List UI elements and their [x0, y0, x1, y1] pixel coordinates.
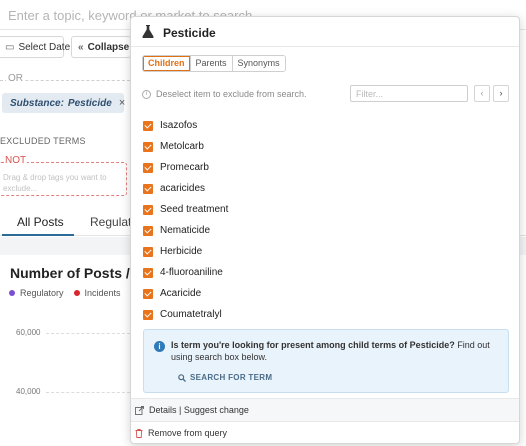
search-icon	[178, 373, 186, 382]
not-drop-hint: Drag & drop tags you want to exclude...	[3, 173, 107, 193]
children-list: Isazofos Metolcarb Promecarb acaricides …	[143, 115, 503, 325]
select-date-label: Select Date	[18, 41, 71, 53]
item-label: acaricides	[160, 183, 206, 194]
close-icon[interactable]: ×	[119, 97, 125, 109]
item-label: Acaricide	[160, 288, 202, 299]
chevron-right-icon: ›	[499, 88, 503, 98]
filter-input[interactable]	[350, 85, 468, 102]
list-item[interactable]: Nematicide	[143, 220, 503, 241]
list-item[interactable]: Coumatetralyl	[143, 304, 503, 325]
checkbox-checked-icon[interactable]	[143, 288, 153, 299]
popup-header: Pesticide	[131, 17, 519, 47]
y-tick-60000: 60,000	[16, 328, 41, 337]
excluded-terms-title: EXCLUDED TERMS	[0, 136, 86, 146]
checkbox-checked-icon[interactable]	[143, 204, 153, 215]
double-chevron-left-icon: «	[78, 41, 84, 53]
list-item[interactable]: Isazofos	[143, 115, 503, 136]
list-item[interactable]: Acaricide	[143, 283, 503, 304]
tag-value: Pesticide	[67, 97, 112, 109]
item-label: Seed treatment	[160, 204, 229, 215]
not-label: NOT	[4, 155, 28, 166]
legend-dot	[9, 290, 15, 296]
chart-title: Number of Posts / M	[10, 265, 146, 281]
item-label: Isazofos	[160, 120, 198, 131]
list-item[interactable]: Herbicide	[143, 241, 503, 262]
item-label: Metolcarb	[160, 141, 204, 152]
tab-parents[interactable]: Parents	[190, 56, 233, 71]
grid-line	[46, 333, 130, 334]
tab-children[interactable]: Children	[143, 56, 191, 71]
select-date-button[interactable]: ▭ Select Date	[0, 36, 70, 58]
checkbox-checked-icon[interactable]	[143, 267, 153, 278]
search-notice: i Is term you're looking for present amo…	[143, 329, 509, 393]
list-item[interactable]: 4-fluoroaniline	[143, 262, 503, 283]
details-suggest-button[interactable]: Details | Suggest change	[131, 398, 519, 421]
flask-icon	[142, 25, 154, 38]
popup-title: Pesticide	[163, 26, 216, 40]
term-popup: Pesticide Children Parents Synonyms i De…	[130, 16, 520, 444]
checkbox-checked-icon[interactable]	[143, 183, 153, 194]
relation-tabs: Children Parents Synonyms	[142, 55, 286, 72]
calendar-icon: ▭	[5, 41, 15, 53]
checkbox-checked-icon[interactable]	[143, 162, 153, 173]
notice-question: Is term you're looking for present among…	[171, 340, 455, 350]
legend-dot	[73, 290, 80, 296]
legend-label: Regulatory	[20, 288, 64, 298]
item-label: 4-fluoroaniline	[160, 267, 223, 278]
tab-synonyms[interactable]: Synonyms	[232, 56, 285, 71]
external-link-icon	[135, 405, 144, 415]
remove-from-query-button[interactable]: Remove from query	[131, 421, 519, 444]
list-item[interactable]: Promecarb	[143, 157, 503, 178]
item-label: Coumatetralyl	[160, 309, 222, 320]
item-label: Nematicide	[160, 225, 211, 236]
info-icon: i	[154, 341, 165, 352]
search-for-term-link[interactable]: SEARCH FOR TERM	[178, 373, 272, 382]
details-suggest-label: Details | Suggest change	[149, 405, 249, 415]
item-label: Promecarb	[160, 162, 209, 173]
tab-all-posts[interactable]: All Posts	[17, 215, 64, 229]
checkbox-checked-icon[interactable]	[143, 120, 153, 131]
list-item[interactable]: acaricides	[143, 178, 503, 199]
y-tick-40000: 40,000	[16, 387, 41, 396]
notice-text: Is term you're looking for present among…	[171, 339, 506, 363]
substance-tag[interactable]: Substance: Pesticide ×	[2, 93, 125, 113]
item-label: Herbicide	[160, 246, 203, 257]
trash-icon	[135, 428, 143, 438]
chevron-left-icon: ‹	[480, 88, 484, 98]
info-icon: i	[142, 89, 151, 99]
list-item[interactable]: Seed treatment	[143, 199, 503, 220]
collapse-button[interactable]: « Collapse	[71, 36, 131, 58]
legend-label: Incidents	[84, 288, 121, 298]
checkbox-checked-icon[interactable]	[143, 141, 153, 152]
tag-prefix: Substance:	[10, 97, 64, 109]
active-tab-indicator	[2, 234, 74, 236]
list-item[interactable]: Metolcarb	[143, 136, 503, 157]
or-label: OR	[6, 73, 25, 84]
collapse-label: Collapse	[87, 41, 130, 53]
search-for-term-label: SEARCH FOR TERM	[190, 373, 273, 382]
checkbox-checked-icon[interactable]	[143, 246, 153, 257]
tab-regulatory[interactable]: Regulati	[90, 215, 134, 229]
chart-legend: Regulatory Incidents	[9, 288, 142, 298]
legend-item-regulatory[interactable]: Regulatory	[9, 288, 64, 298]
next-page-button[interactable]: ›	[493, 85, 509, 102]
deselect-info-text: Deselect item to exclude from search.	[156, 89, 307, 99]
checkbox-checked-icon[interactable]	[143, 225, 153, 236]
legend-item-incidents[interactable]: Incidents	[73, 288, 121, 298]
remove-from-query-label: Remove from query	[148, 428, 228, 438]
checkbox-checked-icon[interactable]	[143, 309, 153, 320]
prev-page-button[interactable]: ‹	[474, 85, 490, 102]
deselect-info: i Deselect item to exclude from search.	[142, 89, 307, 99]
grid-line	[46, 392, 130, 393]
